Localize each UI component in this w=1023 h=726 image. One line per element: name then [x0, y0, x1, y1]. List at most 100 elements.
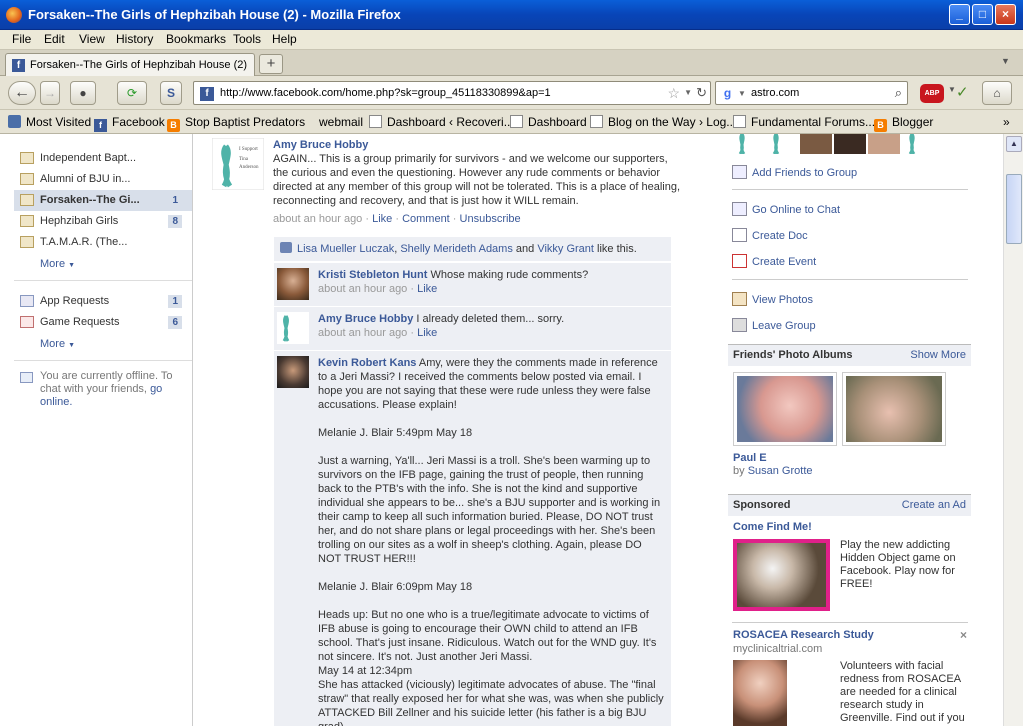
- like-link[interactable]: Like: [372, 213, 392, 225]
- comment-text: Whose making rude comments?: [430, 269, 589, 281]
- scroll-up-icon[interactable]: ▲: [1006, 136, 1022, 152]
- bookmark-dashboard[interactable]: Dashboard: [510, 115, 587, 129]
- sync-icon[interactable]: ⟳: [117, 81, 147, 105]
- url-bar[interactable]: f http://www.facebook.com/home.php?sk=gr…: [193, 81, 711, 105]
- vertical-scrollbar[interactable]: ▲: [1003, 134, 1023, 726]
- sidebar-item-independent-baptist[interactable]: Independent Bapt...: [14, 148, 192, 169]
- bookmark-stop-baptist-predators[interactable]: B Stop Baptist Predators: [167, 115, 305, 132]
- member-avatar[interactable]: [834, 134, 866, 154]
- create-ad-link[interactable]: Create an Ad: [902, 499, 966, 511]
- url-dropdown-icon[interactable]: ▼: [684, 88, 692, 97]
- menu-help[interactable]: Help: [272, 32, 297, 46]
- addon-icon[interactable]: ●: [70, 81, 96, 105]
- more-groups-link[interactable]: More ▼: [40, 258, 75, 270]
- member-avatar[interactable]: [766, 134, 798, 155]
- album-name-link[interactable]: Paul E: [733, 452, 767, 464]
- menu-bookmarks[interactable]: Bookmarks: [166, 32, 226, 46]
- facebook-icon: f: [94, 119, 107, 132]
- close-ad-icon[interactable]: ×: [960, 628, 967, 642]
- greasemonkey-icon[interactable]: ✓: [956, 83, 969, 101]
- album-photo[interactable]: [842, 372, 946, 446]
- divider: [732, 622, 968, 623]
- bookmark-facebook[interactable]: f Facebook: [94, 115, 165, 132]
- sidebar-item-forsaken[interactable]: Forsaken--The Gi... 1: [14, 190, 192, 211]
- new-tab-button[interactable]: +: [259, 54, 283, 74]
- minimize-button[interactable]: _: [949, 4, 970, 25]
- avatar[interactable]: [277, 356, 309, 388]
- unsubscribe-link[interactable]: Unsubscribe: [460, 213, 521, 225]
- comment-author-link[interactable]: Kristi Stebleton Hunt: [318, 269, 427, 281]
- more-requests-link[interactable]: More ▼: [40, 338, 75, 350]
- ad-title[interactable]: Come Find Me!: [733, 521, 812, 533]
- adblock-plus-icon[interactable]: ABP: [920, 84, 944, 103]
- bookmark-most-visited[interactable]: Most Visited: [8, 115, 91, 129]
- bookmarks-overflow-icon[interactable]: »: [1003, 115, 1010, 129]
- chat-icon: [20, 372, 33, 383]
- liker-link[interactable]: Vikky Grant: [537, 243, 594, 255]
- scroll-thumb[interactable]: [1006, 174, 1022, 244]
- reload-icon[interactable]: ↻: [696, 85, 707, 101]
- s-addon-icon[interactable]: S: [160, 81, 182, 105]
- tab-list-dropdown-icon[interactable]: ▼: [1001, 56, 1010, 66]
- menu-tools[interactable]: Tools: [233, 32, 261, 46]
- member-avatar[interactable]: [868, 134, 900, 154]
- sidebar-item-hephzibah-girls[interactable]: Hephzibah Girls 8: [14, 211, 192, 232]
- leave-icon: [732, 318, 747, 332]
- search-icon[interactable]: ⌕: [895, 85, 902, 101]
- chevron-down-icon: ▼: [68, 342, 76, 349]
- awareness-ribbon-avatar[interactable]: [277, 312, 309, 344]
- ad-title[interactable]: ROSACEA Research Study: [733, 629, 874, 641]
- post-author-link[interactable]: Amy Bruce Hobby: [273, 139, 368, 151]
- close-button[interactable]: ×: [995, 4, 1016, 25]
- view-photos-link[interactable]: View Photos: [732, 292, 813, 306]
- sidebar-item-game-requests[interactable]: Game Requests 6: [14, 312, 192, 333]
- sidebar-item-tamar[interactable]: T.A.M.A.R. (The...: [14, 232, 192, 253]
- member-avatar[interactable]: [732, 134, 764, 155]
- search-engine-dropdown-icon[interactable]: ▼: [738, 89, 746, 98]
- comment-author-link[interactable]: Amy Bruce Hobby: [318, 313, 413, 325]
- abp-dropdown-icon[interactable]: ▼: [948, 85, 956, 94]
- avatar[interactable]: [277, 268, 309, 300]
- menu-file[interactable]: File: [12, 32, 31, 46]
- awareness-ribbon-avatar[interactable]: I Support Tina Anderson: [212, 138, 264, 190]
- comment-link[interactable]: Comment: [402, 213, 450, 225]
- bookmark-blogger[interactable]: B Blogger: [874, 115, 933, 132]
- sidebar-item-app-requests[interactable]: App Requests 1: [14, 291, 192, 312]
- comment-like-link[interactable]: Like: [417, 327, 437, 339]
- bookmark-dashboard-recovering[interactable]: Dashboard ‹ Recoveri...: [369, 115, 514, 129]
- menu-edit[interactable]: Edit: [44, 32, 65, 46]
- bookmark-webmail[interactable]: webmail: [319, 115, 363, 129]
- member-avatar[interactable]: [800, 134, 832, 154]
- svg-text:Tina: Tina: [239, 157, 249, 162]
- bookmark-fundamental-forums[interactable]: Fundamental Forums....: [733, 115, 878, 129]
- count-badge: 8: [168, 215, 182, 228]
- create-doc-link[interactable]: Create Doc: [732, 228, 808, 242]
- forward-button[interactable]: →: [40, 81, 60, 105]
- bookmark-star-icon[interactable]: ☆: [667, 85, 680, 102]
- comment-author-link[interactable]: Kevin Robert Kans: [318, 357, 416, 369]
- back-button[interactable]: ←: [8, 81, 36, 105]
- liker-link[interactable]: Shelly Merideth Adams: [400, 243, 513, 255]
- leave-group-link[interactable]: Leave Group: [732, 318, 816, 332]
- album-owner-link[interactable]: Susan Grotte: [748, 465, 813, 477]
- create-event-link[interactable]: Create Event: [732, 254, 816, 268]
- album-photo[interactable]: [733, 372, 837, 446]
- ad-image[interactable]: [733, 660, 787, 726]
- album-owner: by Susan Grotte: [733, 465, 813, 477]
- google-icon[interactable]: g: [720, 86, 735, 101]
- tab-forsaken[interactable]: f Forsaken--The Girls of Hephzibah House…: [5, 53, 255, 76]
- menu-view[interactable]: View: [79, 32, 105, 46]
- bookmark-blog-on-the-way[interactable]: Blog on the Way › Log...: [590, 115, 736, 129]
- menu-history[interactable]: History: [116, 32, 153, 46]
- go-online-to-chat-link[interactable]: Go Online to Chat: [732, 202, 840, 216]
- liker-link[interactable]: Lisa Mueller Luczak: [297, 243, 394, 255]
- maximize-button[interactable]: □: [972, 4, 993, 25]
- ad-image[interactable]: [733, 539, 830, 611]
- show-more-link[interactable]: Show More: [910, 349, 966, 361]
- member-avatar[interactable]: [902, 134, 930, 155]
- home-button[interactable]: ⌂: [982, 81, 1012, 105]
- search-bar[interactable]: g ▼ astro.com ⌕: [715, 81, 908, 105]
- comment-like-link[interactable]: Like: [417, 283, 437, 295]
- add-friends-to-group-link[interactable]: Add Friends to Group: [732, 165, 857, 179]
- sidebar-item-alumni-bju[interactable]: Alumni of BJU in...: [14, 169, 192, 190]
